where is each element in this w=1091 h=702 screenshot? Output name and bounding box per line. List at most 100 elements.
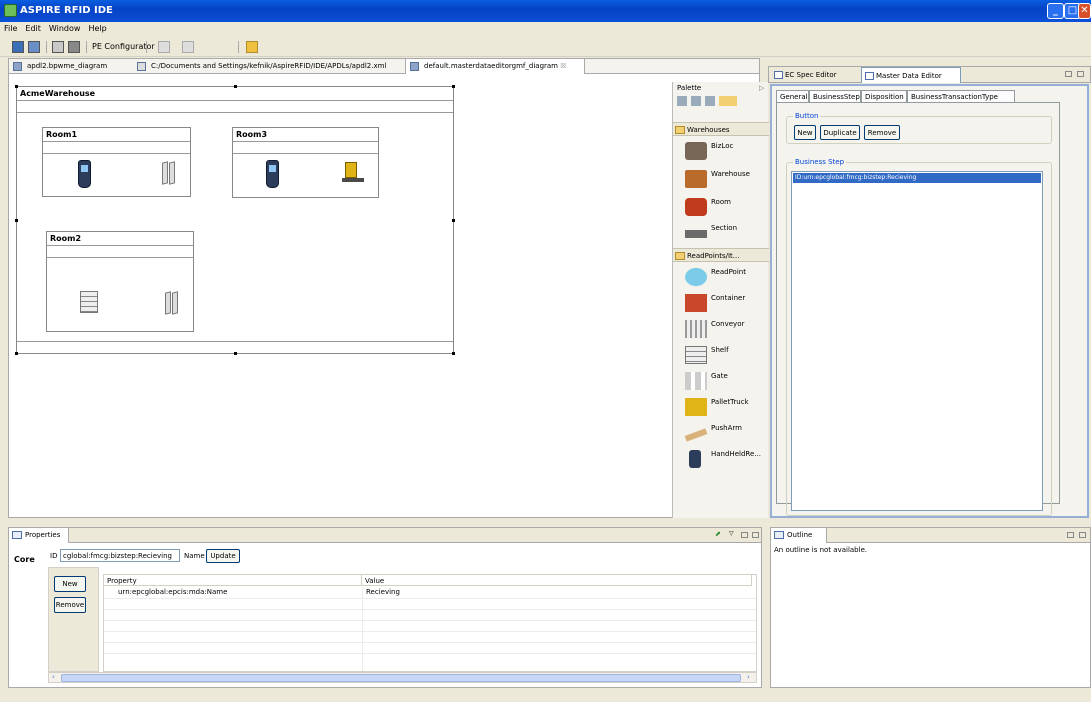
tab-businesstransactiontype[interactable]: BusinessTransactionType — [907, 90, 1015, 102]
minimize-view-icon[interactable] — [741, 532, 748, 538]
core-label: Core — [14, 555, 35, 564]
properties-icon — [12, 531, 22, 539]
palette-group-readpoints[interactable]: ReadPoints/It... — [673, 248, 769, 262]
value-column-header[interactable]: Value — [362, 575, 752, 586]
right-view-tabs: EC Spec Editor Master Data Editor — [768, 66, 1091, 83]
properties-table: Property Value urn:epcglobal:epcis:mda:N… — [103, 574, 757, 672]
duplicate-button[interactable]: Duplicate — [820, 125, 860, 140]
xml-file-icon — [137, 62, 146, 71]
new-icon[interactable] — [12, 41, 24, 53]
horizontal-scrollbar[interactable]: ‹ › — [48, 672, 757, 683]
tab-properties[interactable]: Properties — [9, 528, 69, 543]
tab-master-data-editor[interactable]: Master Data Editor — [861, 67, 961, 83]
tab-apdl2-xml[interactable]: C:/Documents and Settings/kefnik/AspireR… — [133, 59, 401, 74]
palette-item-bizloc[interactable]: BizLoc — [683, 138, 767, 164]
table-row[interactable]: urn:epcglobal:epcis:mda:Name Recieving — [104, 587, 756, 597]
outline-message: An outline is not available. — [774, 546, 868, 554]
palette-group-warehouses[interactable]: Warehouses — [673, 122, 769, 136]
tab-businessstep[interactable]: BusinessStep — [809, 90, 861, 102]
pin-icon[interactable]: ⬈ — [715, 530, 722, 538]
shelf-icon[interactable] — [80, 291, 98, 313]
id-input[interactable]: cglobal:fmcg:bizstep:Recieving — [60, 549, 180, 562]
run-icon[interactable] — [246, 41, 258, 53]
save-all-icon[interactable] — [68, 41, 80, 53]
folder-icon — [675, 252, 685, 260]
room2-node[interactable]: Room2 — [46, 231, 194, 332]
update-button[interactable]: Update — [206, 549, 240, 563]
property-cell: urn:epcglobal:epcis:mda:Name — [118, 588, 228, 596]
editor-icon — [865, 72, 874, 80]
gate-icon[interactable] — [164, 291, 180, 315]
tab-outline[interactable]: Outline — [771, 528, 827, 543]
room3-title: Room3 — [233, 128, 378, 142]
palette-collapse-icon[interactable]: ▷ — [759, 84, 764, 92]
palette-item-container[interactable]: Container — [683, 290, 767, 316]
status-bar — [0, 690, 1091, 702]
remove-button[interactable]: Remove — [864, 125, 900, 140]
handheld-reader-icon[interactable] — [78, 160, 91, 188]
maximize-view-icon[interactable] — [1079, 532, 1086, 538]
menu-file[interactable]: File — [0, 22, 21, 33]
minimize-view-icon[interactable] — [1067, 532, 1074, 538]
maximize-view-icon[interactable] — [1077, 71, 1084, 77]
new-property-button[interactable]: New — [54, 576, 86, 592]
open-icon[interactable] — [28, 41, 40, 53]
scroll-thumb[interactable] — [61, 674, 741, 682]
menu-help[interactable]: Help — [84, 22, 110, 33]
palette-item-conveyor[interactable]: Conveyor — [683, 316, 767, 342]
id-label: ID — [50, 552, 58, 560]
editor-tab-bar: apdl2.bpwme_diagram C:/Documents and Set… — [8, 58, 760, 74]
minimize-view-icon[interactable] — [1065, 71, 1072, 77]
palette-item-shelf[interactable]: Shelf — [683, 342, 767, 368]
menu-edit[interactable]: Edit — [21, 22, 45, 33]
business-step-list[interactable]: ID:urn:epcglobal:fmcg:bizstep:Recieving — [791, 171, 1043, 511]
tab-masterdata-diagram[interactable]: default.masterdataeditorgmf_diagram ☒ — [405, 59, 585, 74]
editor-icon — [774, 71, 783, 79]
back-icon[interactable] — [158, 41, 170, 53]
properties-view-tabs: Properties ⬈ ▽ — [8, 527, 762, 543]
new-button[interactable]: New — [794, 125, 816, 140]
window-title: ASPIRE RFID IDE — [20, 5, 113, 16]
tab-disposition[interactable]: Disposition — [861, 90, 907, 102]
diagram-icon — [13, 62, 22, 71]
value-cell: Recieving — [366, 588, 400, 596]
close-tab-icon[interactable]: ☒ — [560, 62, 566, 70]
palette-item-handheld[interactable]: HandHeldRe... — [683, 446, 767, 472]
pallet-truck-icon[interactable] — [342, 162, 364, 184]
palette-item-gate[interactable]: Gate — [683, 368, 767, 394]
room1-title: Room1 — [43, 128, 190, 142]
handheld-reader-icon[interactable] — [266, 160, 279, 188]
scroll-left-icon[interactable]: ‹ — [52, 673, 55, 681]
menu-window[interactable]: Window — [45, 22, 85, 33]
palette-item-section[interactable]: Section — [683, 220, 767, 246]
outline-icon — [774, 531, 784, 539]
folder-icon — [675, 126, 685, 134]
palette-item-pusharm[interactable]: PushArm — [683, 420, 767, 446]
tab-general[interactable]: General — [776, 90, 809, 102]
button-group-caption: Button — [793, 112, 821, 120]
close-button[interactable]: ✕ — [1078, 3, 1091, 19]
warehouse-title: AcmeWarehouse — [17, 87, 453, 101]
view-menu-icon[interactable]: ▽ — [729, 530, 736, 537]
master-data-tabs: General BusinessStep Disposition Busines… — [776, 90, 1016, 102]
minimize-button[interactable]: _ — [1047, 3, 1064, 19]
remove-property-button[interactable]: Remove — [54, 597, 86, 613]
palette-item-pallettruck[interactable]: PalletTruck — [683, 394, 767, 420]
maximize-view-icon[interactable] — [752, 532, 759, 538]
scroll-right-icon[interactable]: › — [747, 673, 750, 681]
outline-view-tabs: Outline — [770, 527, 1091, 543]
gate-icon[interactable] — [161, 161, 177, 185]
tab-apdl2-diagram[interactable]: apdl2.bpwme_diagram — [9, 59, 127, 74]
forward-icon[interactable] — [182, 41, 194, 53]
palette-item-room[interactable]: Room — [683, 194, 767, 220]
save-icon[interactable] — [52, 41, 64, 53]
toolbar: PE Configurator — [0, 37, 1091, 57]
list-item[interactable]: ID:urn:epcglobal:fmcg:bizstep:Recieving — [793, 173, 1041, 183]
property-column-header[interactable]: Property — [104, 575, 362, 586]
palette-item-warehouse[interactable]: Warehouse — [683, 166, 767, 192]
palette-item-readpoint[interactable]: ReadPoint — [683, 264, 767, 290]
tab-ec-spec-editor[interactable]: EC Spec Editor — [771, 67, 857, 83]
menu-bar: File Edit Window Help — [0, 22, 1091, 37]
palette-tools-icon[interactable] — [677, 96, 737, 106]
title-bar: ASPIRE RFID IDE _ □ ✕ — [0, 0, 1091, 22]
